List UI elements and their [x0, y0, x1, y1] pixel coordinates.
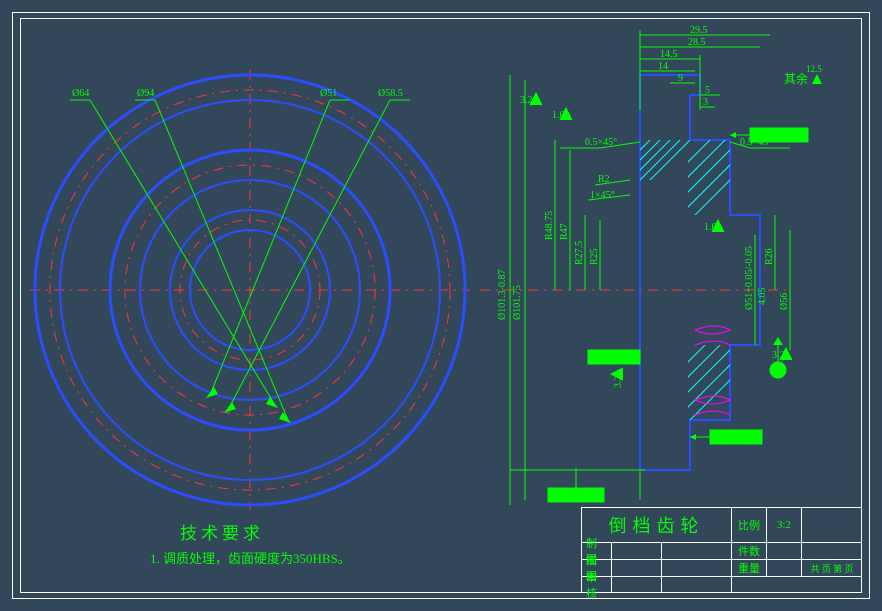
gdnt-tol: 0.03	[605, 353, 623, 364]
pages: 共 页 第 页	[802, 560, 862, 576]
title-block: 倒档齿轮 比例 3:2 制图 件数 描图 重量 共 页 第 页 审核	[581, 507, 862, 593]
dim-label: Ø56	[779, 293, 790, 310]
tech-item-1: 1. 调质处理，齿面硬度为350HBS。	[150, 548, 351, 567]
dim-label: Ø101.75	[512, 285, 523, 320]
sf-label: 3.2	[613, 376, 624, 389]
leader-d51: Ø51	[206, 88, 350, 398]
sf-label: 1.6	[552, 110, 565, 121]
svg-text:⌯: ⌯	[753, 131, 761, 142]
qty-label: 件数	[732, 543, 767, 559]
gdnt-ref: A	[595, 491, 603, 502]
dim-label: 29.5	[690, 25, 708, 36]
dim-label: 9	[678, 73, 683, 84]
radial-dims: R48.75 R47 R27.5 R25	[544, 140, 600, 290]
qiyu-label: 其余	[784, 70, 808, 87]
dim-label: 4.05	[757, 288, 768, 306]
dim-label: 14	[658, 61, 668, 72]
svg-text:⌯: ⌯	[713, 433, 721, 444]
gear-tooth-profile	[695, 411, 730, 415]
chamfer-labels: 0.5×45° 0.5×45° R2 1×45°	[560, 137, 790, 201]
dim-label: Ø58.5	[378, 88, 403, 99]
dim-label: Ø101.3-0.87	[497, 269, 508, 320]
sf-label: 3.2	[520, 95, 533, 106]
finish-triangle-icon	[812, 74, 822, 84]
mass-label: 重量	[732, 560, 767, 576]
technical-requirements: 技术要求 1. 调质处理，齿面硬度为350HBS。	[150, 519, 351, 571]
general-surface-finish: 其余 12.5	[784, 70, 822, 87]
section-view: 29.5 28.5 14.5 14 9 5 3 0.5×45° 0.5×45° …	[480, 25, 808, 505]
dim-label: 5	[705, 85, 710, 96]
gdnt-tol: 0.025	[767, 131, 790, 142]
gdnt-frames: ⌯ 0.025 A ⌯ 0.03 A ⌯ 0.03 A ⌯ 0.012 A	[548, 128, 808, 502]
finish-value: 12.5	[806, 64, 822, 74]
dim-label: R25	[589, 248, 600, 265]
scale-label: 比例	[732, 508, 767, 542]
scale-value: 3:2	[767, 508, 802, 542]
svg-text:⌯: ⌯	[591, 353, 599, 364]
datum-label: A	[775, 366, 783, 377]
gdnt-ref: A	[753, 433, 761, 444]
dim-label: Ø94	[137, 88, 154, 99]
gdnt-ref: A	[631, 353, 639, 364]
sf-label: 1.6	[704, 222, 717, 233]
gdnt-tol: 0.012	[565, 491, 588, 502]
dim-label: R48.75	[544, 211, 555, 240]
leader-d94: Ø94	[135, 88, 291, 423]
dim-label: Ø64	[72, 88, 89, 99]
front-view: Ø64 Ø94 Ø51 Ø58.5	[30, 70, 470, 510]
row-check: 审核	[582, 577, 612, 593]
right-dims: R26 Ø51+0.05/-0.05 4.05 Ø56	[744, 215, 790, 350]
dim-label: 3	[703, 97, 708, 108]
gear-tooth-profile	[695, 341, 730, 345]
svg-text:⌯: ⌯	[551, 491, 559, 502]
dim-label: 0.5×45°	[585, 137, 617, 148]
dim-label: 28.5	[688, 37, 706, 48]
dim-label: 14.5	[660, 49, 678, 60]
gdnt-ref: A	[799, 131, 807, 142]
gdnt-tol: 0.03	[727, 433, 745, 444]
section-outline-right	[640, 75, 760, 470]
leader-d585: Ø58.5	[224, 88, 410, 413]
gear-tooth-profile	[695, 326, 730, 334]
dim-label: Ø51	[320, 88, 337, 99]
dim-label: R27.5	[574, 241, 585, 265]
dim-label: R26	[764, 248, 775, 265]
dim-label: R47	[559, 223, 570, 240]
dims-top: 29.5 28.5 14.5 14 9 5 3	[640, 25, 770, 110]
dim-label: Ø51+0.05/-0.05	[744, 246, 755, 310]
tech-heading: 技术要求	[180, 519, 351, 544]
